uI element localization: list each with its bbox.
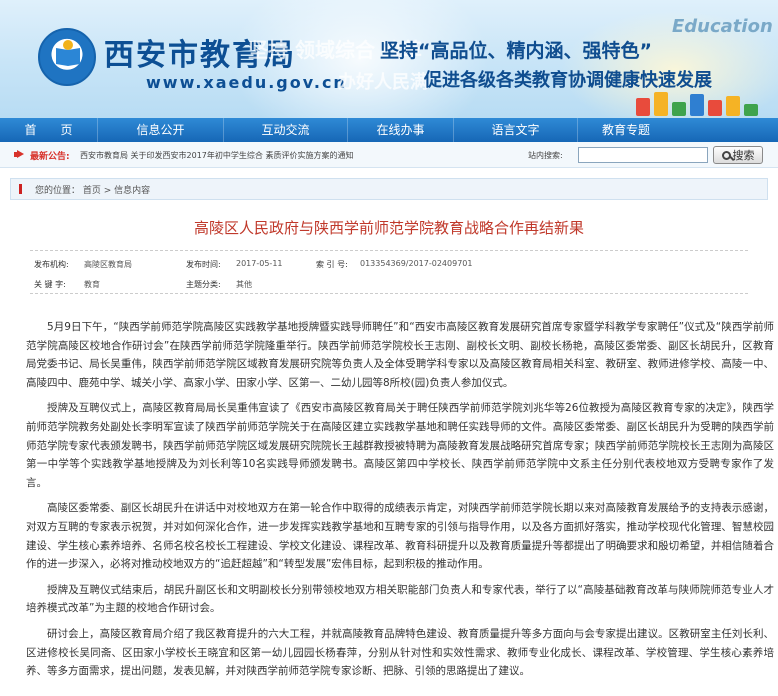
location-marker-icon (19, 184, 29, 194)
nav-item-language[interactable]: 语言文字 (454, 118, 578, 142)
article-meta: 发布机构: 高陵区教育局 发布时间: 2017-05-11 索 引 号: 013… (30, 250, 748, 294)
site-banner: 西安市教育局 www.xaedu.gov.cn 坚持 领域综合 改革 办好人民满… (0, 0, 778, 118)
notice-link[interactable]: 西安市教育局 关于印发西安市2017年初中学生综合 素质评价实施方案的通知 (80, 150, 353, 161)
nav-item-home[interactable]: 首 页 (0, 118, 98, 142)
toy-blocks-decoration (630, 88, 770, 116)
magnifier-icon (721, 150, 731, 160)
nav-item-info-public[interactable]: 信息公开 (98, 118, 224, 142)
article-paragraph: 授牌及互聘仪式结束后，胡民升副区长和文明副校长分别带领校地双方相关职能部门负责人… (26, 583, 774, 615)
meta-date-label: 发布时间: (186, 260, 221, 269)
meta-publisher: 高陵区教育局 (84, 260, 132, 269)
article-paragraph: 授牌及互聘仪式上，高陵区教育局局长吴重伟宣读了《西安市高陵区教育局关于聘任陕西学… (26, 402, 774, 489)
banner-slogan: 坚持“高品位、精内涵、强特色” (380, 40, 652, 62)
meta-publisher-label: 发布机构: (34, 260, 69, 269)
nav-item-topics[interactable]: 教育专题 (578, 118, 674, 142)
notice-label: 最新公告: (30, 152, 70, 162)
meta-date: 2017-05-11 (236, 259, 283, 268)
search-button[interactable]: 搜索 (713, 146, 763, 164)
megaphone-icon (14, 150, 26, 159)
breadcrumb: 您的位置： 首页 > 信息内容 (10, 178, 768, 200)
nav-item-online-service[interactable]: 在线办事 (348, 118, 454, 142)
meta-index: 013354369/2017-02409701 (360, 259, 473, 268)
article-paragraph: 5月9日下午，“陕西学前师范学院高陵区实践教学基地授牌暨实践导师聘任”和“西安市… (26, 321, 774, 389)
article-paragraph: 高陵区委常委、副区长胡民升在讲话中对校地双方在第一轮合作中取得的成绩表示肯定，对… (26, 502, 774, 571)
notice-bar: 最新公告: 西安市教育局 关于印发西安市2017年初中学生综合 素质评价实施方案… (0, 142, 778, 168)
page: 西安市教育局 www.xaedu.gov.cn 坚持 领域综合 改革 办好人民满… (0, 0, 778, 696)
article-title: 高陵区人民政府与陕西学前师范学院教育战略合作再结新果 (193, 219, 584, 237)
meta-index-label: 索 引 号: (316, 260, 348, 269)
banner-education-word: Education (672, 16, 773, 37)
meta-keywords: 教育 (84, 280, 100, 289)
education-bureau-emblem-icon[interactable] (38, 28, 96, 86)
meta-keywords-label: 关 键 字: (34, 280, 66, 289)
search-label: 站内搜索: (528, 151, 563, 160)
article-paragraph: 研讨会上，高陵区教育局介绍了我区教育提升的六大工程，并就高陵教育品牌特色建设、教… (26, 627, 774, 678)
meta-topic-label: 主题分类: (186, 280, 221, 289)
site-url: www.xaedu.gov.cn (146, 73, 347, 92)
main-nav: 首 页 信息公开 互动交流 在线办事 语言文字 教育专题 (0, 118, 778, 142)
book-icon (56, 47, 80, 67)
search-input[interactable] (578, 147, 708, 163)
article-body: 5月9日下午，“陕西学前师范学院高陵区实践教学基地授牌暨实践导师聘任”和“西安市… (26, 318, 774, 688)
banner-faded-text: 办好人民满 (338, 72, 428, 93)
breadcrumb-text[interactable]: 您的位置： 首页 > 信息内容 (35, 183, 150, 196)
meta-topic: 其他 (236, 280, 252, 289)
search-button-label: 搜索 (732, 149, 755, 162)
nav-item-interaction[interactable]: 互动交流 (224, 118, 348, 142)
